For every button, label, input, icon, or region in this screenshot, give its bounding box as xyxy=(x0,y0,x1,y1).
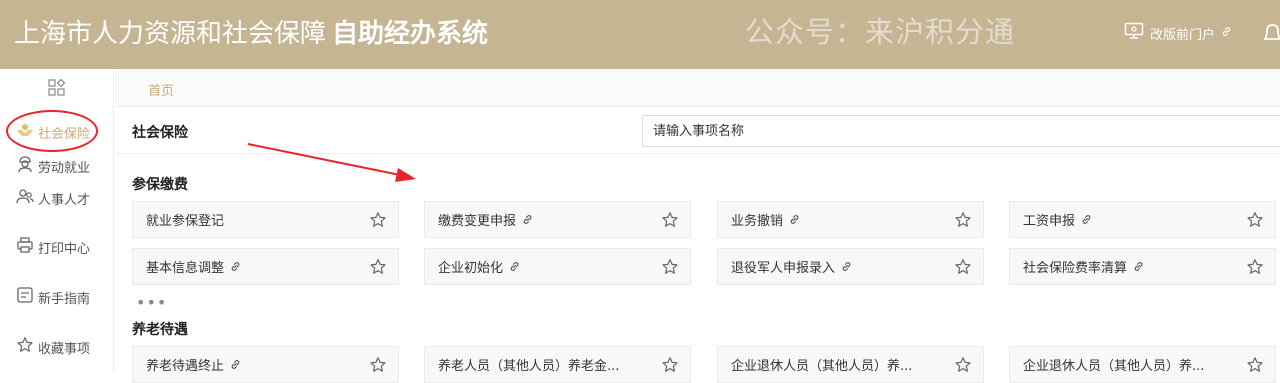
group-title-contribution: 参保缴费 xyxy=(132,177,188,193)
service-card[interactable]: 就业参保登记 xyxy=(132,201,399,238)
old-portal-label: 改版前门户 xyxy=(1150,27,1216,43)
guide-icon xyxy=(16,286,34,308)
service-card[interactable]: 基本信息调整 xyxy=(132,248,399,285)
breadcrumb-home[interactable]: 首页 xyxy=(148,80,174,99)
link-icon xyxy=(1221,26,1232,41)
service-card-label: 退役军人申报录入 xyxy=(731,261,836,276)
link-icon xyxy=(841,261,852,272)
watermark-text: 公众号：来沪积分通 xyxy=(745,15,1016,49)
favorite-star-icon[interactable] xyxy=(369,211,387,229)
link-icon xyxy=(230,359,241,370)
apps-grid-icon[interactable] xyxy=(48,78,66,101)
sidebar-item-hr-talent[interactable]: 人事人才 xyxy=(0,187,114,209)
link-icon xyxy=(1081,214,1092,225)
service-card[interactable]: 工资申报 xyxy=(1009,201,1276,238)
favorite-star-icon[interactable] xyxy=(1246,211,1264,229)
link-icon xyxy=(789,214,800,225)
service-card[interactable]: 企业初始化 xyxy=(424,248,691,285)
section-title: 社会保险 xyxy=(132,125,188,141)
app-header: 上海市人力资源和社会保障 自助经办系统 公众号：来沪积分通 改版前门户 xyxy=(0,0,1280,69)
group-title-pension: 养老待遇 xyxy=(132,322,188,338)
service-card[interactable]: 企业退休人员（其他人员）养... xyxy=(717,346,984,383)
link-icon xyxy=(1133,261,1144,272)
favorite-star-icon[interactable] xyxy=(954,356,972,374)
favorite-star-icon[interactable] xyxy=(1246,258,1264,276)
hands-icon xyxy=(16,122,34,142)
favorite-star-icon[interactable] xyxy=(954,211,972,229)
service-card-label: 企业退休人员（其他人员）养... xyxy=(731,359,913,374)
favorite-star-icon[interactable] xyxy=(369,258,387,276)
worker-icon xyxy=(16,155,34,177)
service-card-label: 工资申报 xyxy=(1023,214,1076,229)
link-icon xyxy=(230,261,241,272)
service-card[interactable]: 养老人员（其他人员）养老金... xyxy=(424,346,691,383)
link-icon xyxy=(522,214,533,225)
sidebar-item-social-insurance[interactable]: 社会保险 xyxy=(0,122,114,142)
service-card[interactable]: 养老待遇终止 xyxy=(132,346,399,383)
service-card-label: 缴费变更申报 xyxy=(438,214,517,229)
service-card-label: 业务撤销 xyxy=(731,214,784,229)
service-card-label: 社会保险费率清算 xyxy=(1023,261,1128,276)
service-card-label: 企业退休人员（其他人员）养... xyxy=(1023,359,1205,374)
sidebar-item-label: 打印中心 xyxy=(38,241,91,257)
annotation-arrow xyxy=(247,143,416,182)
service-card[interactable]: 缴费变更申报 xyxy=(424,201,691,238)
sidebar-item-beginner-guide[interactable]: 新手指南 xyxy=(0,286,114,308)
service-card[interactable]: 企业退休人员（其他人员）养... xyxy=(1009,346,1276,383)
sidebar-item-labor-employment[interactable]: 劳动就业 xyxy=(0,155,114,177)
sidebar xyxy=(0,69,114,372)
star-icon xyxy=(16,336,34,358)
favorite-star-icon[interactable] xyxy=(369,356,387,374)
more-button[interactable]: ••• xyxy=(136,293,167,312)
service-card[interactable]: 社会保险费率清算 xyxy=(1009,248,1276,285)
app-title-main: 上海市人力资源和社会保障 xyxy=(14,19,327,49)
service-card-label: 就业参保登记 xyxy=(146,214,225,229)
sidebar-item-label: 劳动就业 xyxy=(38,160,91,176)
favorite-star-icon[interactable] xyxy=(661,258,679,276)
sidebar-item-favorites[interactable]: 收藏事项 xyxy=(0,336,114,358)
service-card-label: 企业初始化 xyxy=(438,261,504,276)
service-card[interactable]: 业务撤销 xyxy=(717,201,984,238)
monitor-icon xyxy=(1124,22,1144,44)
sidebar-item-label: 社会保险 xyxy=(38,126,91,142)
favorite-star-icon[interactable] xyxy=(661,211,679,229)
app-title-bold: 自助经办系统 xyxy=(332,19,489,49)
printer-icon xyxy=(16,236,34,258)
search-input[interactable] xyxy=(642,115,1280,147)
app-title: 上海市人力资源和社会保障 自助经办系统 xyxy=(14,14,488,54)
sidebar-item-label: 人事人才 xyxy=(38,192,91,208)
sidebar-item-label: 新手指南 xyxy=(38,291,91,307)
breadcrumb: 首页 xyxy=(115,69,1280,107)
service-card-label: 基本信息调整 xyxy=(146,261,225,276)
service-card-label: 养老人员（其他人员）养老金... xyxy=(438,359,620,374)
service-card-label: 养老待遇终止 xyxy=(146,359,225,374)
favorite-star-icon[interactable] xyxy=(661,356,679,374)
sidebar-item-label: 收藏事项 xyxy=(38,341,91,357)
favorite-star-icon[interactable] xyxy=(1246,356,1264,374)
link-icon xyxy=(509,261,520,272)
service-card[interactable]: 退役军人申报录入 xyxy=(717,248,984,285)
bell-icon[interactable] xyxy=(1262,20,1280,50)
favorite-star-icon[interactable] xyxy=(954,258,972,276)
people-icon xyxy=(16,187,34,209)
old-portal-link[interactable]: 改版前门户 xyxy=(1124,22,1232,44)
sidebar-item-print-center[interactable]: 打印中心 xyxy=(0,236,114,258)
